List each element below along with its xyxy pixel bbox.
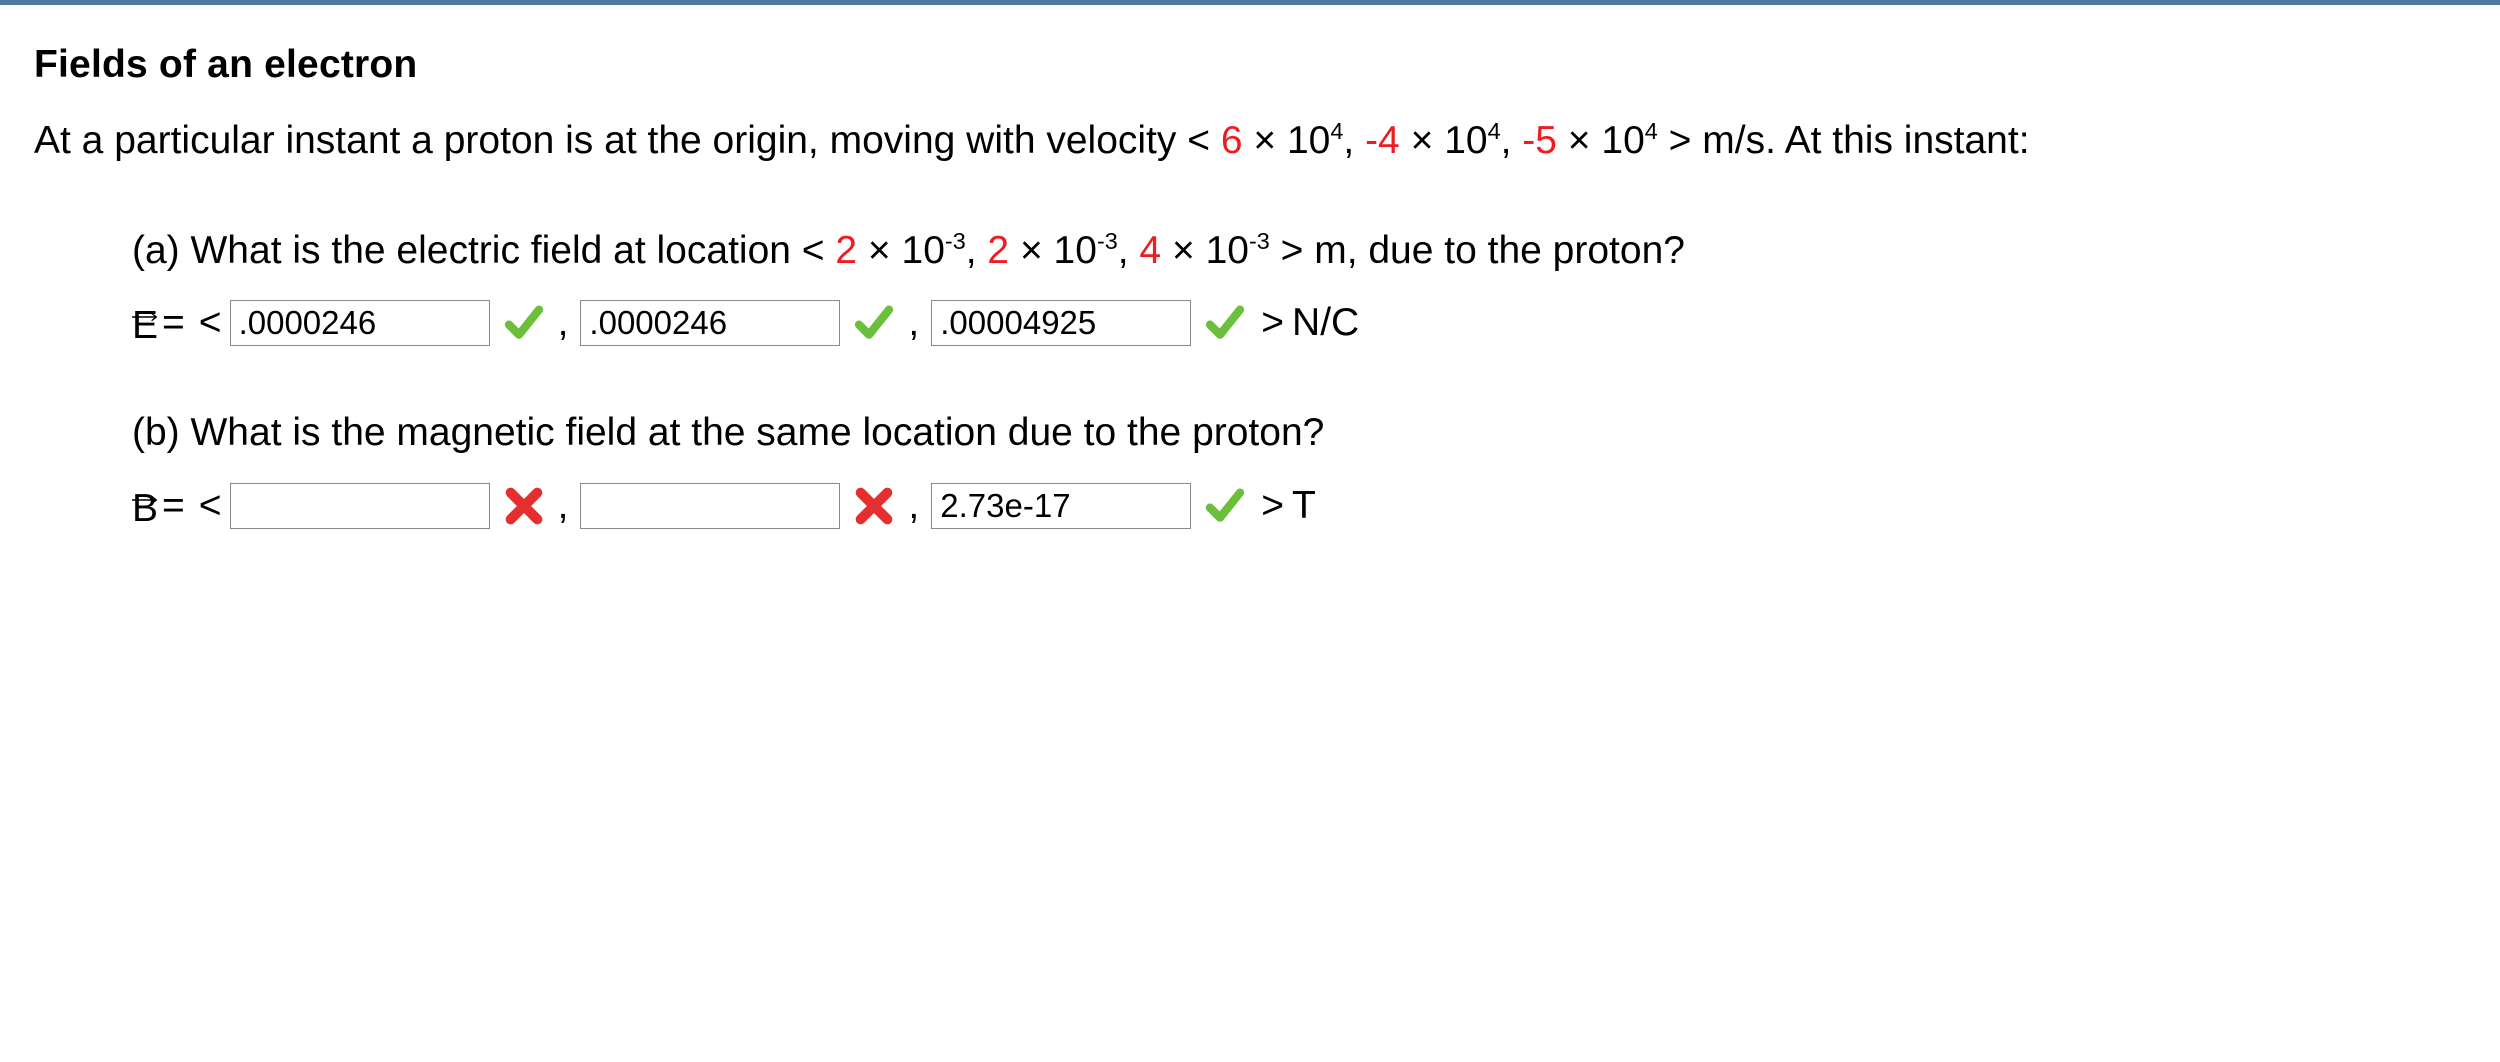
b-field-z-input[interactable]	[931, 483, 1191, 529]
open-bracket-a: <	[199, 301, 222, 345]
question-a: (a) What is the electric field at locati…	[132, 226, 2466, 277]
qa-loc-y-coef: 2	[987, 229, 1009, 272]
qa-exp-3: -3	[1249, 228, 1270, 254]
comma-b-1: ,	[558, 484, 569, 528]
unit-a-text: N/C	[1292, 301, 1359, 344]
qa-text-1: (a) What is the electric field at locati…	[132, 229, 835, 272]
velocity-y-coef: -4	[1365, 119, 1400, 162]
vector-e-symbol: E	[132, 298, 158, 348]
qa-loc-x-coef: 2	[835, 229, 857, 272]
vector-b-label: B	[132, 487, 158, 530]
qa-times-2: × 10	[1009, 229, 1097, 272]
e-field-y-input[interactable]	[580, 300, 840, 346]
intro-sep-2: ,	[1501, 119, 1523, 162]
qa-times-3: × 10	[1161, 229, 1249, 272]
part-a: (a) What is the electric field at locati…	[34, 226, 2466, 349]
problem-intro: At a particular instant a proton is at t…	[34, 115, 2466, 168]
unit-b-text: T	[1292, 484, 1316, 527]
equals-text-b: =	[162, 484, 185, 528]
comma-a-2: ,	[908, 301, 919, 345]
b-field-y-input[interactable]	[580, 483, 840, 529]
vector-arrow-icon	[132, 290, 160, 304]
equals-text-a: =	[162, 301, 185, 345]
close-bracket-b: >	[1261, 484, 1284, 527]
check-icon	[854, 303, 894, 343]
velocity-x-coef: 6	[1221, 119, 1243, 162]
check-icon	[504, 303, 544, 343]
qa-times-1: × 10	[857, 229, 945, 272]
unit-a: >N/C	[1261, 301, 1359, 345]
page-title: Fields of an electron	[34, 43, 2466, 87]
check-icon	[1205, 486, 1245, 526]
intro-text-1: At a particular instant a proton is at t…	[34, 119, 1221, 162]
vector-arrow-icon	[132, 473, 160, 487]
qa-exp-2: -3	[1097, 228, 1118, 254]
check-icon	[1205, 303, 1245, 343]
intro-end: > m/s. At this instant:	[1658, 119, 2030, 162]
e-field-z-input[interactable]	[931, 300, 1191, 346]
e-field-x-input[interactable]	[230, 300, 490, 346]
part-b: (b) What is the magnetic field at the sa…	[34, 408, 2466, 531]
comma-b-2: ,	[908, 484, 919, 528]
vector-b-symbol: B	[132, 481, 158, 531]
intro-times-3: × 10	[1557, 119, 1645, 162]
vector-e-label: E	[132, 304, 158, 347]
cross-icon	[504, 486, 544, 526]
intro-sep-1: ,	[1343, 119, 1365, 162]
qa-sep-1: ,	[966, 229, 988, 272]
open-bracket-b: <	[199, 484, 222, 528]
intro-times-1: × 10	[1243, 119, 1331, 162]
qa-loc-z-coef: 4	[1139, 229, 1161, 272]
qa-sep-2: ,	[1118, 229, 1140, 272]
answer-row-a: E = < , , >N/C	[132, 298, 2466, 348]
problem-container: Fields of an electron At a particular in…	[0, 0, 2500, 1062]
close-bracket-a: >	[1261, 301, 1284, 344]
qa-end: > m, due to the proton?	[1270, 229, 1685, 272]
question-b: (b) What is the magnetic field at the sa…	[132, 408, 2466, 459]
cross-icon	[854, 486, 894, 526]
intro-exp-3: 4	[1645, 118, 1658, 144]
qa-exp-1: -3	[945, 228, 966, 254]
intro-exp-1: 4	[1330, 118, 1343, 144]
b-field-x-input[interactable]	[230, 483, 490, 529]
comma-a-1: ,	[558, 301, 569, 345]
answer-row-b: B = < , ,	[132, 481, 2466, 531]
intro-exp-2: 4	[1488, 118, 1501, 144]
velocity-z-coef: -5	[1522, 119, 1557, 162]
unit-b: >T	[1261, 484, 1316, 528]
intro-times-2: × 10	[1400, 119, 1488, 162]
